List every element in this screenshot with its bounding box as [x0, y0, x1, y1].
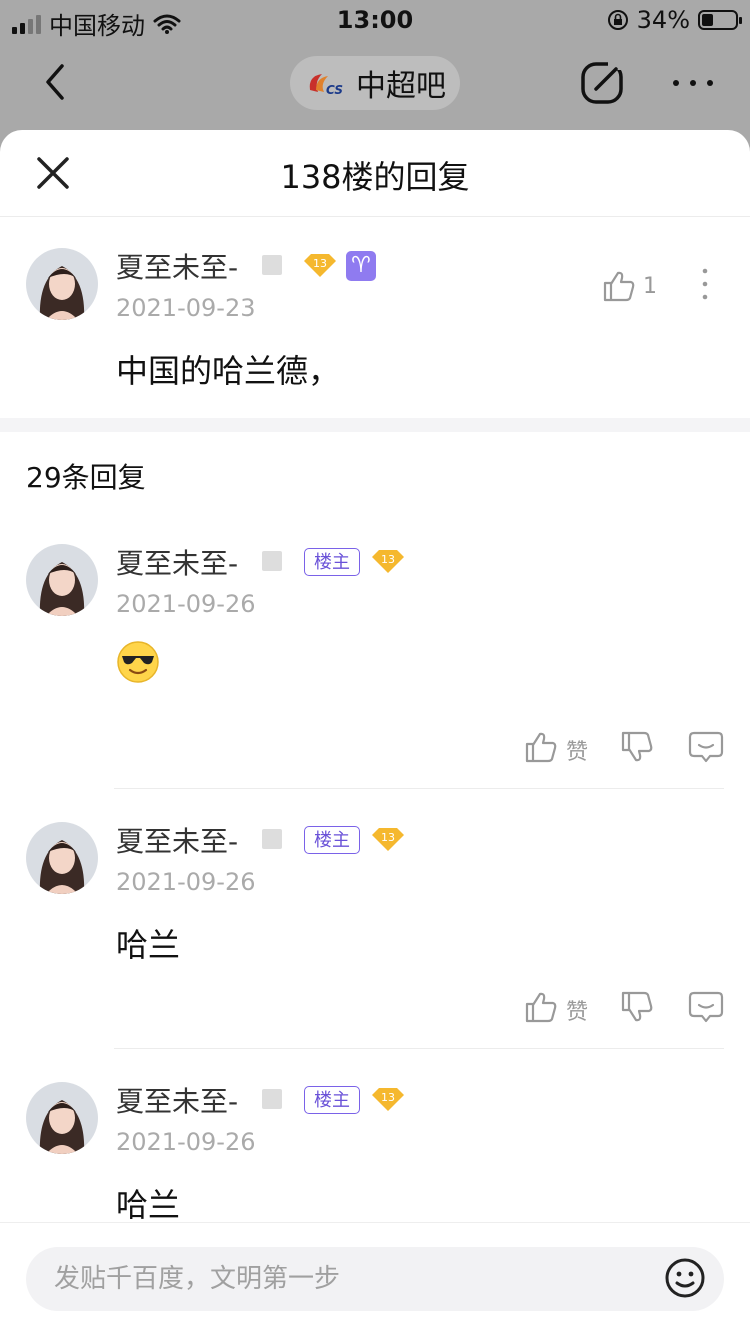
forum-name: 中超吧	[356, 69, 446, 104]
battery-percent: 34%	[636, 6, 690, 34]
reply-content: 哈兰	[116, 926, 181, 964]
main-post: 夏至未至- 13 ♈ 2021-09-23 1 中国的哈兰德，	[0, 216, 750, 418]
avatar[interactable]	[26, 822, 98, 894]
reply-actions: 赞	[0, 730, 750, 770]
level-number: 13	[313, 257, 327, 270]
reply-item: 夏至未至- 楼主 13 2021-09-26 哈兰	[0, 1050, 750, 1224]
forum-logo-icon: CS	[309, 74, 343, 97]
reply-content: 哈兰	[116, 1186, 181, 1224]
comment-icon[interactable]	[688, 730, 724, 764]
avatar[interactable]	[26, 544, 98, 616]
thumbs-up-icon[interactable]	[524, 730, 558, 764]
forum-pill[interactable]: CS 中超吧	[290, 56, 460, 110]
reply-sheet: 138楼的回复 夏至未至- 13 ♈ 2021-09-23 1 中国的哈兰德， …	[0, 130, 750, 1334]
avatar[interactable]	[26, 1082, 98, 1154]
level-gem-icon: 13	[372, 828, 404, 851]
post-content: 中国的哈兰德，	[116, 352, 341, 390]
comment-icon[interactable]	[688, 990, 724, 1024]
user-tag-placeholder	[262, 1089, 282, 1109]
more-options-icon[interactable]	[668, 58, 718, 108]
owner-badge: 楼主	[304, 826, 360, 854]
level-gem-icon: 13	[304, 254, 336, 277]
section-separator	[0, 418, 750, 432]
user-tag-placeholder	[262, 551, 282, 571]
comment-input[interactable]	[26, 1247, 724, 1311]
owner-badge: 楼主	[304, 1086, 360, 1114]
level-number: 13	[381, 1091, 395, 1104]
forum-logo-text: CS	[326, 83, 343, 97]
reply-actions: 赞	[0, 990, 750, 1030]
avatar[interactable]	[26, 248, 98, 320]
zodiac-badge-icon: ♈	[346, 251, 376, 281]
like-count: 1	[643, 274, 657, 299]
battery-icon	[698, 10, 742, 30]
edit-post-icon[interactable]	[578, 58, 628, 108]
divider	[114, 1048, 724, 1049]
username[interactable]: 夏至未至-	[116, 1080, 238, 1120]
reply-item: 夏至未至- 楼主 13 2021-09-26 哈兰 赞	[0, 790, 750, 1050]
reply-date: 2021-09-26	[116, 868, 256, 896]
thumbs-up-icon[interactable]	[602, 269, 636, 303]
level-gem-icon: 13	[372, 1088, 404, 1111]
status-bar: 中国移动 13:00 34%	[0, 0, 750, 40]
emoji-picker-icon[interactable]	[664, 1257, 706, 1299]
thumbs-down-icon[interactable]	[620, 990, 654, 1024]
user-tag-placeholder	[262, 829, 282, 849]
reply-date: 2021-09-26	[116, 590, 256, 618]
rotation-lock-icon	[607, 10, 628, 30]
owner-badge: 楼主	[304, 548, 360, 576]
composer-bar	[0, 1222, 750, 1335]
like-label[interactable]: 赞	[566, 994, 588, 1026]
username[interactable]: 夏至未至-	[116, 820, 238, 860]
like-label[interactable]: 赞	[566, 734, 588, 766]
cool-sunglasses-emoji-icon	[117, 641, 159, 683]
level-number: 13	[381, 831, 395, 844]
sheet-title: 138楼的回复	[280, 158, 470, 196]
reply-item: 夏至未至- 楼主 13 2021-09-26 赞	[0, 512, 750, 792]
username[interactable]: 夏至未至-	[116, 246, 238, 286]
sheet-header: 138楼的回复	[0, 130, 750, 217]
back-icon[interactable]	[36, 60, 80, 104]
more-vertical-icon[interactable]	[695, 267, 715, 303]
reply-date: 2021-09-26	[116, 1128, 256, 1156]
top-nav: CS 中超吧	[0, 40, 750, 130]
post-date: 2021-09-23	[116, 294, 256, 322]
username[interactable]: 夏至未至-	[116, 542, 238, 582]
thumbs-down-icon[interactable]	[620, 730, 654, 764]
level-gem-icon: 13	[372, 550, 404, 573]
thumbs-up-icon[interactable]	[524, 990, 558, 1024]
level-number: 13	[381, 553, 395, 566]
replies-count: 29条回复	[26, 461, 146, 494]
user-tag-placeholder	[262, 255, 282, 275]
divider	[114, 788, 724, 789]
